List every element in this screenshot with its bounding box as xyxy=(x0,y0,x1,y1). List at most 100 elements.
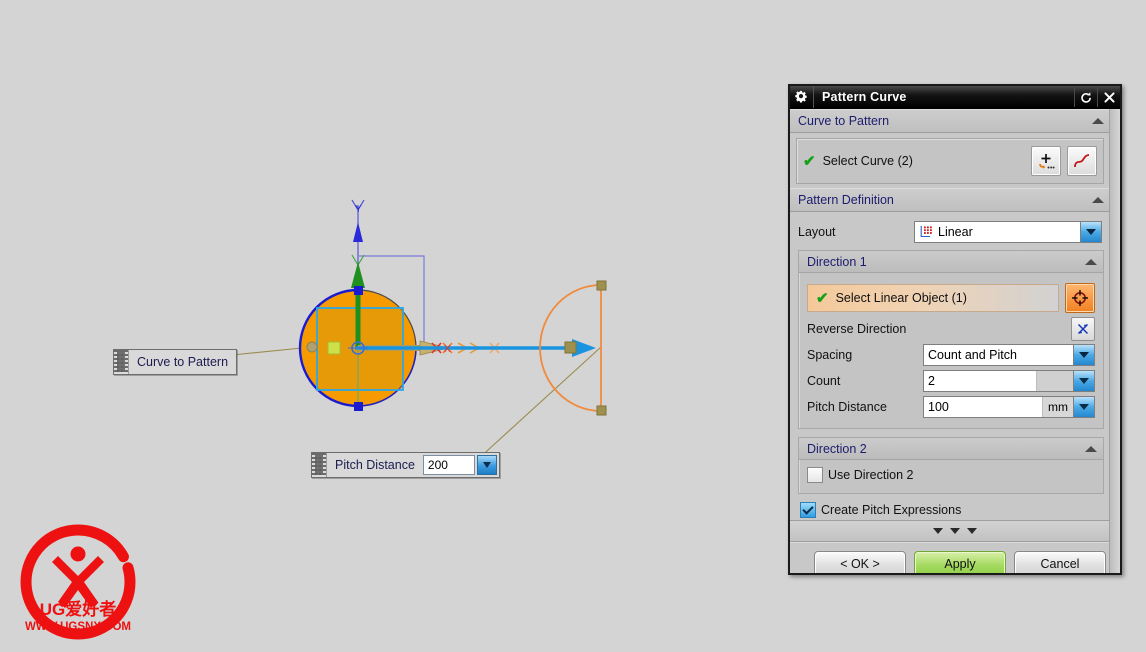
count-spacer xyxy=(1036,371,1073,391)
section-header-direction2[interactable]: Direction 2 xyxy=(799,438,1103,460)
select-curve-label: Select Curve (2) xyxy=(822,154,913,168)
layout-select[interactable]: Linear xyxy=(914,221,1102,243)
direction2-group: Direction 2 Use Direction 2 xyxy=(798,437,1104,494)
direction1-group: Direction 1 ✔ Select Linear Object (1) R… xyxy=(798,250,1104,429)
watermark-line1: UG爱好者 xyxy=(40,599,117,619)
pitch-distance-dropdown-button[interactable] xyxy=(1073,397,1094,417)
spacing-dropdown-button[interactable] xyxy=(1073,345,1094,365)
callout-pitch-distance-input[interactable]: 200 xyxy=(422,455,475,475)
reverse-direction-row: Reverse Direction xyxy=(807,317,1095,341)
chevron-up-icon[interactable] xyxy=(1092,118,1104,124)
pattern-definition-body: Layout Linear xyxy=(790,212,1110,246)
create-pitch-expressions-label: Create Pitch Expressions xyxy=(821,503,962,517)
reverse-direction-button[interactable] xyxy=(1071,317,1095,341)
chevron-down-icon xyxy=(482,462,491,468)
reset-icon[interactable] xyxy=(1074,87,1097,107)
pitch-distance-value[interactable]: 100 xyxy=(924,400,1042,414)
use-direction2-row[interactable]: Use Direction 2 xyxy=(807,467,1095,483)
watermark-line2: WWW.UGSNX.COM xyxy=(25,621,131,633)
callout-pitch-distance-dropdown[interactable] xyxy=(476,455,497,475)
section-header-curve-to-pattern[interactable]: Curve to Pattern xyxy=(790,109,1110,133)
pitch-distance-unit[interactable]: mm xyxy=(1042,397,1073,417)
x-axis-label: X xyxy=(444,344,451,355)
curve-rule-icon[interactable] xyxy=(1067,146,1097,176)
count-label: Count xyxy=(807,374,841,388)
chevron-down-icon xyxy=(967,528,977,534)
dialog-button-bar: < OK > Apply Cancel xyxy=(790,542,1120,573)
y-axis-arrowhead xyxy=(353,222,363,242)
quadrant-point-left xyxy=(306,341,318,353)
use-direction2-checkbox[interactable] xyxy=(807,467,823,483)
origin-handle xyxy=(327,341,341,355)
section-title-direction1: Direction 1 xyxy=(807,254,867,269)
select-curve-row[interactable]: ✔ Select Curve (2) xyxy=(803,154,1025,169)
chevron-up-icon[interactable] xyxy=(1085,445,1097,452)
count-value[interactable]: 2 xyxy=(924,374,1036,388)
section-header-pattern-definition[interactable]: Pattern Definition xyxy=(790,188,1110,212)
quadrant-point-bottom xyxy=(354,402,363,411)
check-icon: ✔ xyxy=(803,152,816,170)
chevron-down-icon xyxy=(1079,404,1089,410)
layout-row: Layout Linear xyxy=(798,220,1102,244)
linear-layout-icon xyxy=(919,225,933,239)
select-linear-object-label: Select Linear Object (1) xyxy=(835,291,967,305)
chevron-up-icon[interactable] xyxy=(1085,258,1097,265)
callout-pitch-distance[interactable]: Pitch Distance 200 xyxy=(311,452,500,478)
callout-grip-icon[interactable] xyxy=(312,453,327,477)
check-icon: ✔ xyxy=(816,289,829,307)
expand-drawer[interactable] xyxy=(790,520,1120,542)
pattern-curve-dialog[interactable]: Pattern Curve Curve to Pattern ✔ Select … xyxy=(788,84,1122,575)
arc-point-top xyxy=(596,280,607,291)
direction2-body: Use Direction 2 xyxy=(799,460,1103,493)
pitch-distance-label: Pitch Distance xyxy=(807,400,887,414)
y-drag-arrowhead xyxy=(351,262,365,288)
direction-drag-handle xyxy=(564,341,577,354)
arc-point-bottom xyxy=(596,405,607,416)
count-dropdown-button[interactable] xyxy=(1073,371,1094,391)
close-icon[interactable] xyxy=(1097,87,1120,107)
reverse-direction-label: Reverse Direction xyxy=(807,322,907,336)
dialog-title: Pattern Curve xyxy=(813,86,1074,108)
cancel-button[interactable]: Cancel xyxy=(1014,551,1106,573)
chevron-down-icon xyxy=(1086,229,1096,235)
dialog-scrollbar[interactable] xyxy=(1109,109,1120,573)
section-header-direction1[interactable]: Direction 1 xyxy=(799,251,1103,273)
select-linear-object-row[interactable]: ✔ Select Linear Object (1) xyxy=(807,283,1095,313)
dialog-titlebar[interactable]: Pattern Curve xyxy=(790,86,1120,109)
spacing-select[interactable]: Count and Pitch xyxy=(923,344,1095,366)
add-selection-icon[interactable] xyxy=(1031,146,1061,176)
chevron-down-icon xyxy=(1079,352,1089,358)
direction1-body: ✔ Select Linear Object (1) Reverse Direc… xyxy=(799,273,1103,428)
chevron-down-icon xyxy=(933,528,943,534)
callout-grip-icon[interactable] xyxy=(114,350,129,374)
count-row: Count 2 xyxy=(807,369,1095,393)
chevron-down-icon xyxy=(1079,378,1089,384)
chevron-up-icon[interactable] xyxy=(1092,197,1104,203)
layout-value: Linear xyxy=(938,225,973,239)
create-pitch-expressions-row[interactable]: Create Pitch Expressions xyxy=(790,498,1110,520)
pitch-distance-row: Pitch Distance 100 mm xyxy=(807,395,1095,419)
select-curve-panel[interactable]: ✔ Select Curve (2) xyxy=(796,138,1104,184)
callout-curve-to-pattern[interactable]: Curve to Pattern xyxy=(113,349,238,375)
layout-label: Layout xyxy=(798,225,836,239)
quadrant-point-top xyxy=(354,286,363,295)
apply-button[interactable]: Apply xyxy=(914,551,1006,573)
pitch-distance-field[interactable]: 100 mm xyxy=(923,396,1095,418)
watermark-logo: UG爱好者 WWW.UGSNX.COM xyxy=(20,524,136,640)
section-title-pattern-definition: Pattern Definition xyxy=(798,193,894,207)
spacing-row: Spacing Count and Pitch xyxy=(807,343,1095,367)
create-pitch-expressions-checkbox[interactable] xyxy=(800,502,816,518)
watermark-figure xyxy=(52,546,104,608)
count-field[interactable]: 2 xyxy=(923,370,1095,392)
select-target-icon[interactable] xyxy=(1065,283,1095,313)
section-title-direction2: Direction 2 xyxy=(807,441,867,456)
ok-button[interactable]: < OK > xyxy=(814,551,906,573)
select-linear-object-field[interactable]: ✔ Select Linear Object (1) xyxy=(807,284,1059,312)
spacing-label: Spacing xyxy=(807,348,853,362)
callout-curve-to-pattern-label: Curve to Pattern xyxy=(137,355,229,369)
spacing-value: Count and Pitch xyxy=(928,348,1017,362)
leader-line-pitch xyxy=(476,346,602,461)
layout-dropdown-button[interactable] xyxy=(1080,222,1101,242)
chevron-down-icon xyxy=(950,528,960,534)
use-direction2-label: Use Direction 2 xyxy=(828,468,914,482)
